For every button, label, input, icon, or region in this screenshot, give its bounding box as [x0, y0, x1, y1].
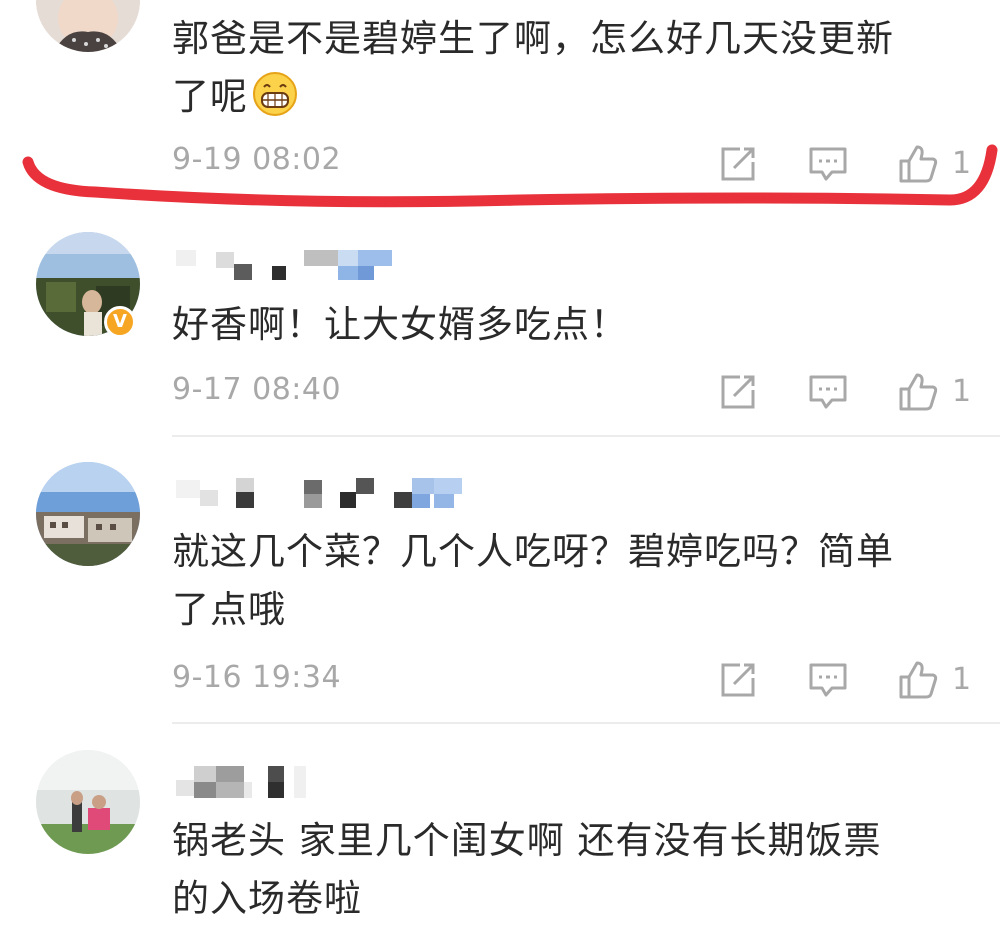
- comment-timestamp: 9-17 08:40: [172, 372, 342, 407]
- thumbs-up-icon[interactable]: [898, 372, 938, 412]
- comment-icon[interactable]: [808, 372, 848, 412]
- username-pixelated[interactable]: [176, 762, 316, 802]
- username-pixelated[interactable]: [176, 246, 396, 286]
- comment-divider: [172, 722, 1000, 724]
- username-pixelated[interactable]: [176, 474, 476, 514]
- comment-timestamp: 9-19 08:02: [172, 142, 342, 177]
- comment-icon[interactable]: [808, 660, 848, 700]
- comment-divider: [172, 435, 1000, 437]
- comment-timestamp: 9-16 19:34: [172, 660, 342, 695]
- comment-text-line: 的入场卷啦: [172, 877, 362, 920]
- comment-body: 就这几个菜？几个人吃呀？碧婷吃吗？简单 了点哦: [172, 523, 972, 639]
- share-icon[interactable]: [718, 144, 758, 184]
- comment-actions: 1: [716, 144, 996, 184]
- comment-text-line: 了点哦: [172, 588, 286, 631]
- comment-text-line: 就这几个菜？几个人吃呀？碧婷吃吗？简单: [172, 530, 894, 573]
- thumbs-up-icon[interactable]: [898, 144, 938, 184]
- comment-text-line: 好香啊！让大女婿多吃点！: [172, 303, 628, 346]
- red-annotation-stroke: [22, 144, 998, 208]
- comment-text-line: 郭爸是不是碧婷生了啊，怎么好几天没更新: [172, 17, 894, 60]
- comment-text-line: 锅老头 家里几个闺女啊 还有没有长期饭票: [172, 819, 882, 862]
- commenter-avatar[interactable]: [36, 462, 140, 566]
- comment-body: 好香啊！让大女婿多吃点！: [172, 296, 972, 354]
- grinning-emoji-icon: [253, 72, 297, 116]
- like-count: 1: [952, 146, 972, 181]
- verified-badge: V: [104, 306, 136, 338]
- like-count: 1: [952, 662, 972, 697]
- comment-text-line-2: 了呢: [172, 75, 248, 118]
- thumbs-up-icon[interactable]: [898, 660, 938, 700]
- share-icon[interactable]: [718, 372, 758, 412]
- comment-body: 郭爸是不是碧婷生了啊，怎么好几天没更新 了呢: [172, 10, 972, 126]
- share-icon[interactable]: [718, 660, 758, 700]
- comment-list-screen: 郭爸是不是碧婷生了啊，怎么好几天没更新 了呢 9-19 08:02 1 V 好香…: [0, 0, 1000, 934]
- commenter-avatar[interactable]: [36, 0, 140, 52]
- commenter-avatar[interactable]: [36, 750, 140, 854]
- comment-icon[interactable]: [808, 144, 848, 184]
- comment-text-line: 了呢: [172, 68, 972, 126]
- comment-actions: 1: [716, 372, 996, 412]
- comment-body: 锅老头 家里几个闺女啊 还有没有长期饭票 的入场卷啦: [172, 812, 972, 928]
- like-count: 1: [952, 374, 972, 409]
- comment-actions: 1: [716, 660, 996, 700]
